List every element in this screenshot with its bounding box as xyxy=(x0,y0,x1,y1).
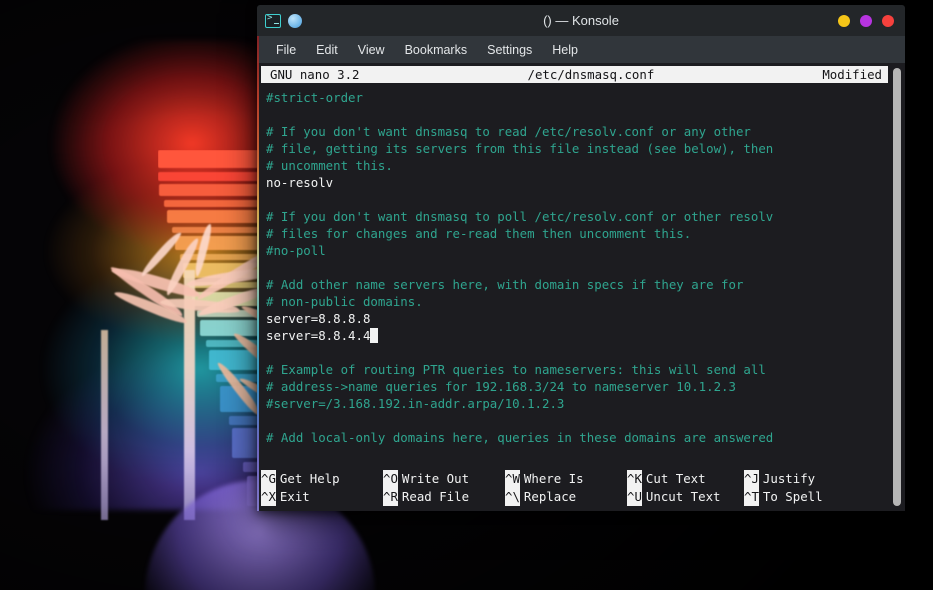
shortcut-label: Cut Text xyxy=(645,471,706,486)
shortcut-label: Write Out xyxy=(401,471,470,486)
nano-line: server=8.8.8.8 xyxy=(266,311,371,326)
menu-item-settings[interactable]: Settings xyxy=(477,39,542,61)
terminal-scrollbar-track[interactable] xyxy=(888,63,905,511)
menu-item-edit[interactable]: Edit xyxy=(306,39,348,61)
nano-line: # Add local-only domains here, queries i… xyxy=(266,430,774,445)
menu-item-file[interactable]: File xyxy=(266,39,306,61)
menu-item-view[interactable]: View xyxy=(348,39,395,61)
tab-indicator-dot-icon[interactable] xyxy=(288,13,302,28)
shortcut-write-out[interactable]: ^O Write Out xyxy=(383,470,469,488)
terminal-scrollbar-thumb[interactable] xyxy=(893,68,901,506)
konsole-window[interactable]: () — Konsole File Edit View Bookmarks Se… xyxy=(257,5,905,511)
shortcut-label: Read File xyxy=(401,489,470,504)
konsole-icon xyxy=(265,13,281,28)
nano-line xyxy=(261,344,888,361)
nano-line: #strict-order xyxy=(266,90,363,105)
nano-line xyxy=(261,259,888,276)
nano-line: # If you don't want dnsmasq to poll /etc… xyxy=(266,209,774,224)
desktop-screen: () — Konsole File Edit View Bookmarks Se… xyxy=(0,0,933,590)
shortcut-key: ^W xyxy=(505,470,520,488)
nano-status: Modified xyxy=(822,67,882,82)
nano-filename: /etc/dnsmasq.conf xyxy=(527,67,655,82)
window-left-edge-accent xyxy=(257,36,259,511)
nano-text-buffer[interactable]: #strict-order # If you don't want dnsmas… xyxy=(261,89,888,465)
window-controls[interactable] xyxy=(838,14,894,27)
shortcut-key: ^X xyxy=(261,488,276,506)
shortcut-exit[interactable]: ^X Exit xyxy=(261,488,310,506)
nano-line: server=8.8.4.4 xyxy=(261,327,888,344)
shortcut-key: ^U xyxy=(627,488,642,506)
nano-line: # uncomment this. xyxy=(266,158,393,173)
nano-line xyxy=(261,412,888,429)
nano-line: # non-public domains. xyxy=(266,294,423,309)
shortcut-read-file[interactable]: ^R Read File xyxy=(383,488,469,506)
shortcut-justify[interactable]: ^J Justify xyxy=(744,470,815,488)
menu-item-bookmarks[interactable]: Bookmarks xyxy=(395,39,478,61)
terminal-area[interactable]: GNU nano 3.2 /etc/dnsmasq.conf Modified … xyxy=(257,63,905,511)
menu-item-help[interactable]: Help xyxy=(542,39,588,61)
window-title: () — Konsole xyxy=(543,13,619,28)
shortcut-label: Get Help xyxy=(279,471,340,486)
shortcut-key: ^K xyxy=(627,470,642,488)
nano-line: no-resolv xyxy=(266,175,334,190)
nano-line: #server=/3.168.192.in-addr.arpa/10.1.2.3 xyxy=(266,396,565,411)
minimize-button[interactable] xyxy=(838,14,850,27)
shortcut-key: ^G xyxy=(261,470,276,488)
close-button[interactable] xyxy=(882,14,894,27)
window-titlebar[interactable]: () — Konsole xyxy=(257,5,905,36)
nano-line: # If you don't want dnsmasq to read /etc… xyxy=(266,124,751,139)
shortcut-key: ^R xyxy=(383,488,398,506)
text-cursor xyxy=(370,328,378,343)
shortcut-get-help[interactable]: ^G Get Help xyxy=(261,470,340,488)
shortcut-key: ^J xyxy=(744,470,759,488)
shortcut-label: Exit xyxy=(279,489,310,504)
nano-line: # file, getting its servers from this fi… xyxy=(266,141,774,156)
nano-line: # Example of routing PTR queries to name… xyxy=(266,362,766,377)
menu-bar[interactable]: File Edit View Bookmarks Settings Help xyxy=(257,36,905,63)
shortcut-label: Uncut Text xyxy=(645,489,721,504)
shortcut-key: ^\ xyxy=(505,488,520,506)
shortcut-label: To Spell xyxy=(762,489,823,504)
shortcut-key: ^O xyxy=(383,470,398,488)
shortcut-label: Where Is xyxy=(523,471,584,486)
nano-version: GNU nano 3.2 xyxy=(270,67,360,82)
nano-title-bar: GNU nano 3.2 /etc/dnsmasq.conf Modified xyxy=(261,66,890,83)
maximize-button[interactable] xyxy=(860,14,872,27)
nano-line xyxy=(261,106,888,123)
nano-line: # address->name queries for 192.168.3/24… xyxy=(266,379,736,394)
shortcut-uncut-text[interactable]: ^U Uncut Text xyxy=(627,488,721,506)
shortcut-where-is[interactable]: ^W Where Is xyxy=(505,470,584,488)
shortcut-key: ^T xyxy=(744,488,759,506)
nano-line: #no-poll xyxy=(266,243,326,258)
shortcut-label: Justify xyxy=(762,471,816,486)
nano-line: # files for changes and re-read them the… xyxy=(266,226,692,241)
titlebar-icon-group xyxy=(257,13,302,28)
nano-line: # Add other name servers here, with doma… xyxy=(266,277,744,292)
shortcut-label: Replace xyxy=(523,489,577,504)
shortcut-cut-text[interactable]: ^K Cut Text xyxy=(627,470,706,488)
nano-shortcut-bar[interactable]: ^G Get Help ^O Write Out ^W Where Is ^K Cut Tex… xyxy=(261,470,888,506)
nano-line xyxy=(261,191,888,208)
shortcut-replace[interactable]: ^\ Replace xyxy=(505,488,576,506)
shortcut-to-spell[interactable]: ^T To Spell xyxy=(744,488,823,506)
